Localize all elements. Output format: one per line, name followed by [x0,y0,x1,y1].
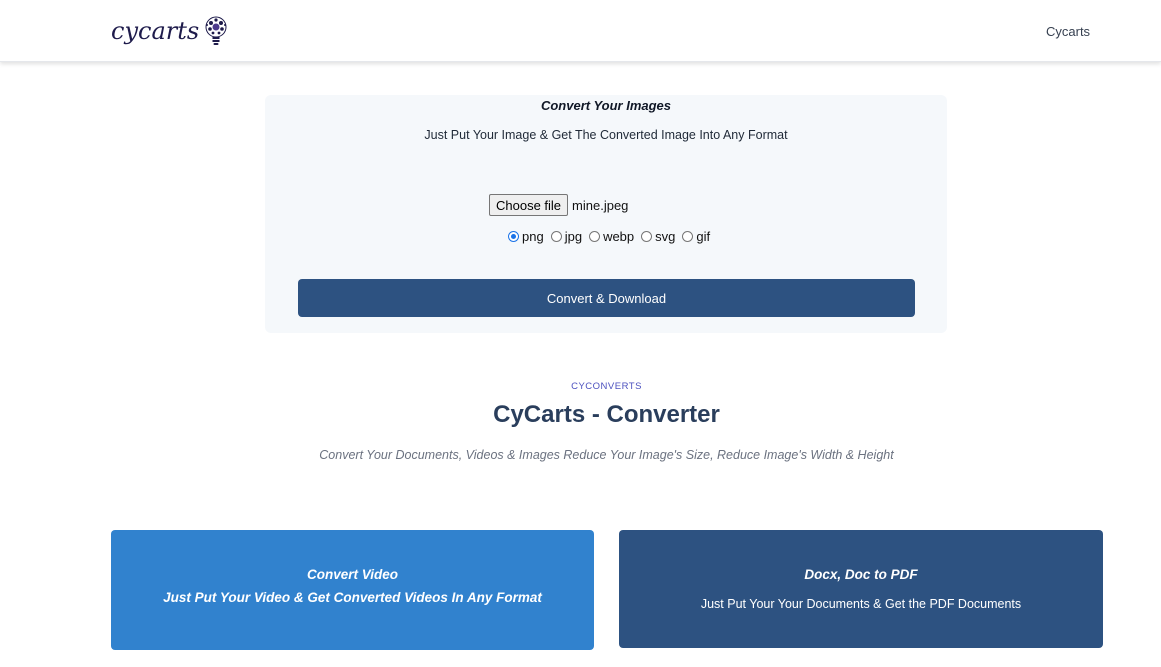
section-eyebrow: CYCONVERTS [571,381,642,392]
lightbulb-icon [205,16,227,45]
format-option-jpg[interactable]: jpg [550,229,583,244]
format-option-webp[interactable]: webp [589,229,634,244]
format-label: gif [696,229,711,244]
format-option-png[interactable]: png [508,229,544,244]
file-input[interactable]: Choose file mine.jpeg [489,194,628,216]
converter-subtitle: Just Put Your Image & Get The Converted … [424,128,788,142]
radio-gif[interactable] [682,231,694,242]
convert-video-tile[interactable]: Convert Video Just Put Your Video & Get … [111,530,594,650]
image-converter-card: Convert Your Images Just Put Your Image … [265,95,947,333]
selected-file-name: mine.jpeg [572,197,629,213]
format-option-gif[interactable]: gif [682,229,710,244]
converter-title: Convert Your Images [540,98,672,113]
cycarts-logo[interactable]: cycarts [111,14,229,48]
radio-png[interactable] [508,231,519,242]
docx-to-pdf-tile[interactable]: Docx, Doc to PDF Just Put Your Your Docu… [619,530,1103,648]
format-label: webp [603,229,635,244]
format-label: jpg [564,229,583,244]
format-label: png [522,229,544,244]
page-subtitle: Convert Your Documents, Videos & Images … [319,448,894,462]
format-radio-group: png jpg webp svg gif [508,229,717,244]
radio-jpg[interactable] [550,231,562,242]
tile-title: Convert Video [306,567,398,582]
convert-download-button[interactable]: Convert & Download [298,279,915,317]
nav-link-cycarts[interactable]: Cycarts [1046,24,1090,39]
tile-description: Just Put Your Video & Get Converted Vide… [163,590,542,605]
radio-webp[interactable] [589,231,601,242]
logo-text: cycarts [111,17,200,45]
page-title: CyCarts - Converter [493,401,720,428]
tile-description: Just Put Your Your Documents & Get the P… [700,597,1022,611]
format-label: svg [655,229,676,244]
radio-svg[interactable] [641,231,653,242]
choose-file-button[interactable]: Choose file [489,194,569,216]
site-header: cycarts Cycarts [0,0,1161,62]
format-option-svg[interactable]: svg [641,229,675,244]
tile-title: Docx, Doc to PDF [804,567,918,582]
